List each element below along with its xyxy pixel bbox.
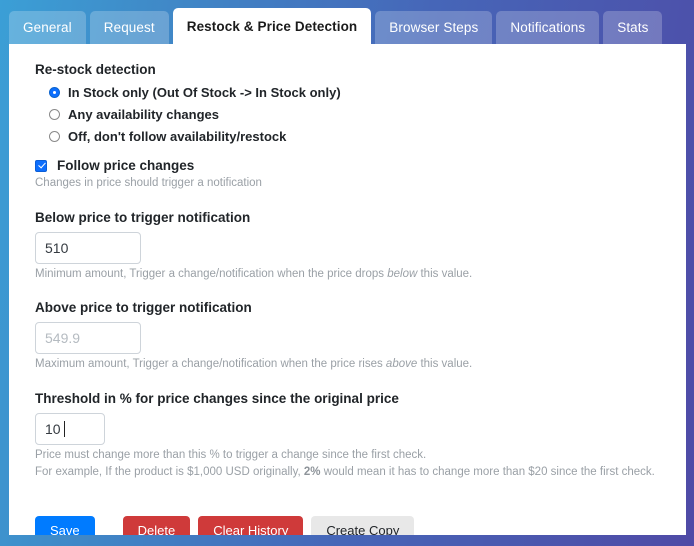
radio-off-icon[interactable] <box>49 131 60 142</box>
threshold-helper-suffix: would mean it has to change more than $2… <box>320 465 655 478</box>
follow-price-changes-label[interactable]: Follow price changes <box>57 158 194 173</box>
radio-option-off[interactable]: Off, don't follow availability/restock <box>35 129 660 144</box>
save-button[interactable]: Save <box>35 516 95 535</box>
clear-history-button[interactable]: Clear History <box>198 516 304 535</box>
tab-notifications-label: Notifications <box>510 20 586 35</box>
threshold-field-group: Threshold in % for price changes since t… <box>35 391 660 480</box>
radio-option-any-availability-changes-label[interactable]: Any availability changes <box>68 107 219 122</box>
tab-general-label: General <box>23 20 72 35</box>
follow-price-changes-checkbox-icon[interactable] <box>35 159 47 172</box>
threshold-helper-prefix: For example, If the product is $1,000 US… <box>35 465 304 478</box>
threshold-label: Threshold in % for price changes since t… <box>35 391 399 407</box>
follow-price-changes-block: Follow price changes Changes in price sh… <box>35 158 660 192</box>
tab-browser-steps[interactable]: Browser Steps <box>375 11 493 44</box>
tab-request-label: Request <box>103 20 155 35</box>
radio-option-any-availability-changes[interactable]: Any availability changes <box>35 107 660 122</box>
tab-browser-steps-label: Browser Steps <box>389 20 479 35</box>
above-price-helper-prefix: Maximum amount, Trigger a change/notific… <box>35 358 386 371</box>
app-window: General Request Restock & Price Detectio… <box>0 0 694 546</box>
below-price-helper: Minimum amount, Trigger a change/notific… <box>35 266 660 283</box>
below-price-label: Below price to trigger notification <box>35 209 251 225</box>
below-price-helper-emphasis: below <box>387 267 418 280</box>
above-price-helper: Maximum amount, Trigger a change/notific… <box>35 356 660 373</box>
text-caret-icon <box>64 421 65 438</box>
below-price-input[interactable] <box>35 231 141 264</box>
above-price-field-group: Above price to trigger notification Maxi… <box>35 300 660 373</box>
radio-option-in-stock-only[interactable]: In Stock only (Out Of Stock -> In Stock … <box>35 85 660 100</box>
above-price-input[interactable] <box>35 322 141 355</box>
tab-stats[interactable]: Stats <box>603 11 663 44</box>
threshold-helper-line-2: For example, If the product is $1,000 US… <box>35 464 660 481</box>
tab-stats-label: Stats <box>617 20 649 35</box>
create-copy-button[interactable]: Create Copy <box>311 516 415 535</box>
threshold-input-wrapper <box>35 413 105 446</box>
tab-request[interactable]: Request <box>89 11 169 44</box>
follow-price-changes-helper: Changes in price should trigger a notifi… <box>35 177 262 189</box>
above-price-helper-emphasis: above <box>385 358 418 371</box>
radio-any-availability-changes-icon[interactable] <box>49 109 60 120</box>
below-price-field-group: Below price to trigger notification Mini… <box>35 210 660 283</box>
threshold-helper-line-1: Price must change more than this % to tr… <box>35 449 427 462</box>
follow-price-changes-row[interactable]: Follow price changes <box>35 158 660 173</box>
tab-bar: General Request Restock & Price Detectio… <box>9 8 666 44</box>
above-price-helper-suffix: this value. <box>417 358 473 371</box>
settings-panel: Re-stock detection In Stock only (Out Of… <box>9 44 686 535</box>
below-price-helper-suffix: this value. <box>417 267 473 280</box>
radio-option-in-stock-only-label[interactable]: In Stock only (Out Of Stock -> In Stock … <box>68 85 341 100</box>
tab-restock-price-detection-label: Restock & Price Detection <box>186 18 358 34</box>
tab-restock-price-detection[interactable]: Restock & Price Detection <box>172 8 372 44</box>
above-price-label: Above price to trigger notification <box>35 300 252 316</box>
radio-in-stock-only-icon[interactable] <box>49 87 60 98</box>
restock-detection-heading: Re-stock detection <box>35 62 156 77</box>
delete-button[interactable]: Delete <box>122 516 191 535</box>
threshold-helper-bold: 2% <box>303 465 321 478</box>
below-price-helper-prefix: Minimum amount, Trigger a change/notific… <box>35 267 388 280</box>
threshold-input[interactable] <box>35 413 105 446</box>
action-button-row: Save Delete Clear History Create Copy <box>35 516 660 535</box>
tab-notifications[interactable]: Notifications <box>496 11 600 44</box>
restock-detection-radio-group: In Stock only (Out Of Stock -> In Stock … <box>35 85 660 144</box>
tab-general[interactable]: General <box>9 11 86 44</box>
radio-option-off-label[interactable]: Off, don't follow availability/restock <box>68 129 286 144</box>
